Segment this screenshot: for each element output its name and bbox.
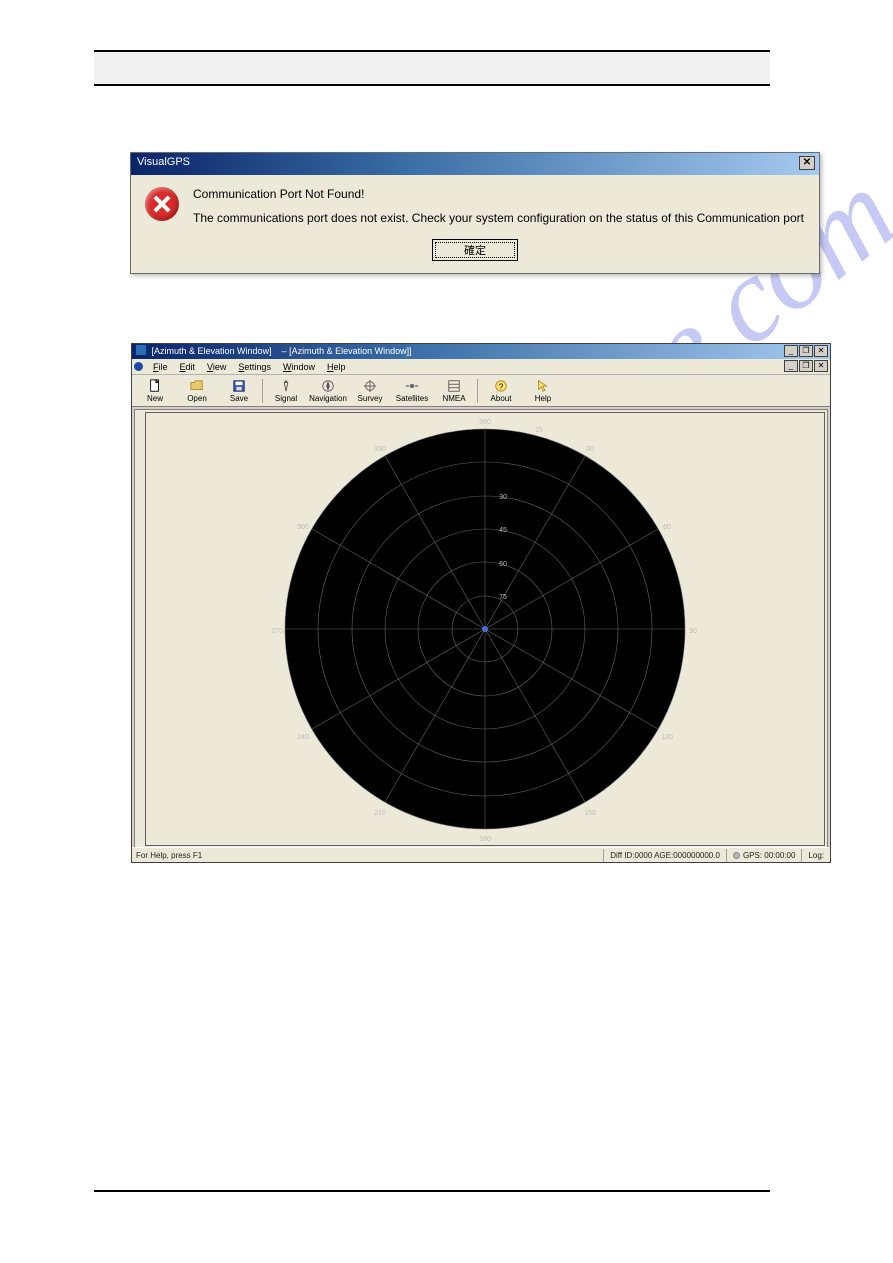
toolbar: New Open Save Signal Navigation Survey S… — [132, 375, 830, 407]
mdi-minimize-button[interactable]: _ — [784, 360, 798, 372]
toolbar-separator — [477, 379, 478, 403]
menu-settings[interactable]: Settings — [232, 361, 277, 373]
page-footer-line — [94, 1190, 770, 1192]
elev-label: 60 — [499, 561, 507, 568]
az-label: 60 — [663, 524, 671, 531]
menu-file[interactable]: File — [147, 361, 174, 373]
error-dialog-ok-button[interactable]: 確定 — [432, 239, 518, 261]
status-help-text: For Help, press F1 — [132, 851, 603, 860]
error-dialog-close-button[interactable]: ✕ — [799, 156, 815, 170]
header-bar — [94, 50, 770, 86]
toolbar-nmea-label: NMEA — [442, 394, 465, 403]
toolbar-survey[interactable]: Survey — [349, 376, 391, 406]
app-title-prefix: [Azimuth & Elevation Window] — [152, 346, 272, 356]
satellite-icon — [405, 379, 419, 393]
about-question-icon: ? — [494, 379, 508, 393]
app-title-suffix: – [Azimuth & Elevation Window]] — [282, 346, 412, 356]
toolbar-about-label: About — [491, 394, 512, 403]
menu-bar: File Edit View Settings Window Help — [132, 359, 830, 375]
mdi-window-controls: _ ❐ ✕ — [784, 360, 828, 372]
toolbar-new-label: New — [147, 394, 163, 403]
az-label: 270 — [271, 628, 283, 635]
toolbar-signal[interactable]: Signal — [265, 376, 307, 406]
toolbar-satellites-label: Satellites — [396, 394, 428, 403]
app-minimize-button[interactable]: _ — [784, 345, 798, 357]
radar-plot: 360 15 30 60 90 120 150 180 210 240 270 … — [270, 414, 700, 844]
toolbar-open[interactable]: Open — [176, 376, 218, 406]
help-pointer-icon — [536, 379, 550, 393]
toolbar-help-label: Help — [535, 394, 551, 403]
open-folder-icon — [190, 379, 204, 393]
status-log: Log: — [801, 849, 830, 862]
toolbar-about[interactable]: ? About — [480, 376, 522, 406]
app-restore-button[interactable]: ❐ — [799, 345, 813, 357]
error-dialog-text: Communication Port Not Found! The commun… — [193, 187, 804, 225]
signal-antenna-icon — [279, 379, 293, 393]
az-label: 180 — [479, 836, 491, 843]
radar-frame: 360 15 30 60 90 120 150 180 210 240 270 … — [145, 412, 825, 846]
toolbar-new[interactable]: New — [134, 376, 176, 406]
app-close-button[interactable]: ✕ — [814, 345, 828, 357]
toolbar-save[interactable]: Save — [218, 376, 260, 406]
az-label: 30 — [586, 446, 594, 453]
az-label: 240 — [297, 734, 309, 741]
status-gps-text: GPS: 00:00:00 — [743, 851, 795, 860]
radar-canvas-area: 360 15 30 60 90 120 150 180 210 240 270 … — [134, 409, 828, 849]
toolbar-navigation[interactable]: Navigation — [307, 376, 349, 406]
az-label: 15 — [535, 427, 543, 434]
toolbar-nmea[interactable]: NMEA — [433, 376, 475, 406]
az-label: 210 — [374, 810, 386, 817]
gps-led-icon — [733, 852, 740, 859]
navigation-compass-icon — [321, 379, 335, 393]
error-dialog-title: VisualGPS — [137, 156, 190, 168]
toolbar-save-label: Save — [230, 394, 248, 403]
error-dialog-heading: Communication Port Not Found! — [193, 187, 804, 201]
save-floppy-icon — [232, 379, 246, 393]
error-dialog-titlebar: VisualGPS ✕ — [131, 153, 819, 175]
toolbar-separator — [262, 379, 263, 403]
toolbar-open-label: Open — [187, 394, 207, 403]
status-gps: GPS: 00:00:00 — [726, 849, 801, 862]
menu-help[interactable]: Help — [321, 361, 352, 373]
menu-window[interactable]: Window — [277, 361, 321, 373]
az-label: 300 — [297, 524, 309, 531]
mdi-restore-button[interactable]: ❐ — [799, 360, 813, 372]
toolbar-satellites[interactable]: Satellites — [391, 376, 433, 406]
app-window: [Azimuth & Elevation Window] – [Azimuth … — [131, 343, 831, 863]
app-menu-icon — [134, 362, 143, 371]
nmea-grid-icon — [447, 379, 461, 393]
elev-label: 30 — [499, 494, 507, 501]
error-dialog: VisualGPS ✕ Communication Port Not Found… — [130, 152, 820, 274]
toolbar-signal-label: Signal — [275, 394, 297, 403]
app-icon — [136, 345, 146, 355]
status-diff: Diff ID:0000 AGE:000000000.0 — [603, 849, 726, 862]
app-titlebar: [Azimuth & Elevation Window] – [Azimuth … — [132, 344, 830, 359]
new-file-icon — [148, 379, 162, 393]
error-icon — [145, 187, 179, 221]
mdi-close-button[interactable]: ✕ — [814, 360, 828, 372]
elev-label: 75 — [499, 594, 507, 601]
page-header — [94, 50, 770, 86]
az-label: 330 — [374, 446, 386, 453]
app-window-controls: _ ❐ ✕ — [784, 345, 828, 357]
toolbar-navigation-label: Navigation — [309, 394, 347, 403]
status-bar: For Help, press F1 Diff ID:0000 AGE:0000… — [132, 847, 830, 862]
survey-crosshair-icon — [363, 379, 377, 393]
error-dialog-body: The communications port does not exist. … — [193, 211, 804, 225]
elev-label: 45 — [499, 527, 507, 534]
az-label: 150 — [584, 810, 596, 817]
toolbar-survey-label: Survey — [358, 394, 383, 403]
svg-text:?: ? — [499, 382, 504, 391]
menu-view[interactable]: View — [201, 361, 232, 373]
menu-edit[interactable]: Edit — [174, 361, 202, 373]
toolbar-help[interactable]: Help — [522, 376, 564, 406]
az-label: 360 — [479, 419, 491, 426]
az-label: 120 — [661, 734, 673, 741]
az-label: 90 — [689, 628, 697, 635]
